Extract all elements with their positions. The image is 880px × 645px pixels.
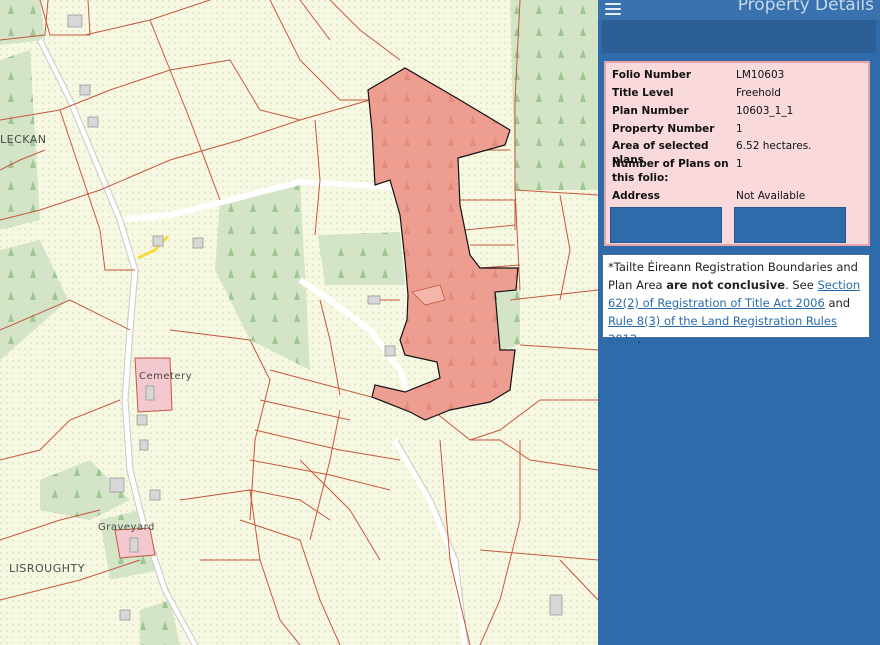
plan-number-label: Plan Number [612,105,689,117]
notice-middle: . See [785,278,818,292]
notice-and: and [824,296,851,310]
notice-bold: are not conclusive [666,278,786,292]
property-number-value: 1 [736,123,743,135]
place-label-cemetery: Cemetery [139,371,193,382]
panel-title: Property Details [737,0,874,15]
place-label-leckan: LECKAN [0,133,47,146]
rule-8-link[interactable]: Rule 8(3) of the Land Registration Rules… [608,314,837,346]
hamburger-menu-icon[interactable] [605,0,621,15]
plans-count-value: 1 [736,158,743,170]
area-value: 6.52 hectares. [736,140,812,152]
plans-count-label: Number of Plans on this folio: [612,158,729,184]
cemetery-area [134,357,173,413]
folio-number-value: LM10603 [736,69,785,81]
action-button-left[interactable] [610,207,722,243]
title-level-value: Freehold [736,87,781,99]
property-details-panel: Property Details Folio Number LM10603 Ti… [598,0,880,645]
place-label-lisroughty: LISROUGHTY [9,562,85,575]
address-value: Not Available [736,190,806,202]
folio-number-label: Folio Number [612,69,692,81]
plan-number-value: 10603_1_1 [736,105,794,117]
action-button-right[interactable] [734,207,846,243]
map-canvas [0,0,598,645]
property-details-box: Folio Number LM10603 Title Level Freehol… [604,61,870,246]
title-level-label: Title Level [612,87,674,99]
address-label: Address [612,190,660,202]
property-number-label: Property Number [612,123,715,135]
place-label-graveyard: Graveyard [98,522,155,533]
notice-suffix: . [637,332,641,346]
map-view[interactable]: LECKAN Cemetery Graveyard LISROUGHTY [0,0,598,645]
panel-header: Property Details [598,0,880,20]
panel-toolbar [602,20,876,53]
disclaimer-notice: *Tailte Éireann Registration Boundaries … [602,254,870,346]
